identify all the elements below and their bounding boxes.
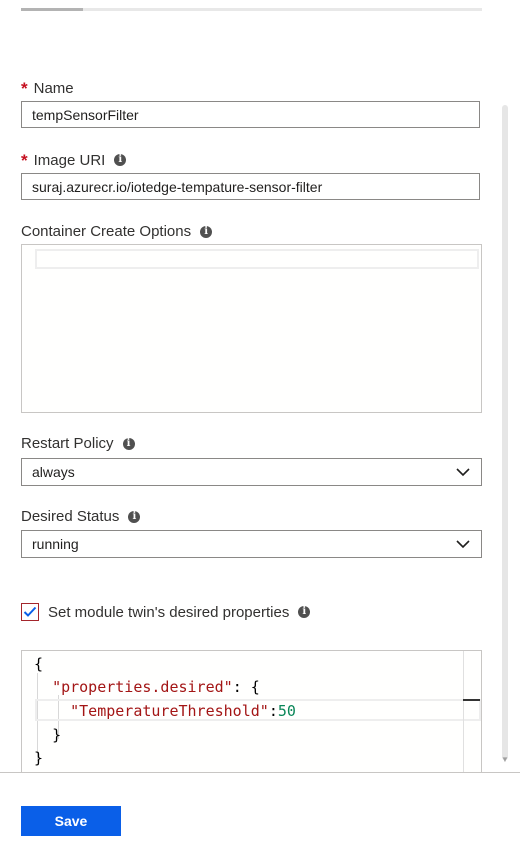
module-settings-panel: * Name tempSensorFilter * Image URI i su… [0,0,510,772]
editor-scrollbar[interactable] [463,651,464,772]
chevron-down-icon [456,468,470,477]
twin-json-editor[interactable]: { "properties.desired": { "TemperatureTh… [21,650,482,772]
desired-status-select[interactable]: running [21,530,482,558]
image-uri-label-text: Image URI [33,151,106,169]
restart-policy-label: Restart Policy i [21,435,135,452]
required-asterisk: * [21,79,28,98]
code-line: "properties.desired": { [52,678,260,696]
name-input[interactable]: tempSensorFilter [21,101,480,128]
scrollbar-thumb[interactable] [502,105,508,760]
image-uri-input[interactable]: suraj.azurecr.io/iotedge-tempature-senso… [21,173,480,200]
tab-active-indicator[interactable] [21,8,83,11]
chevron-down-icon [456,540,470,549]
image-uri-label: * Image URI i [21,150,127,170]
checkmark-icon [23,606,37,617]
json-key: "TemperatureThreshold" [70,702,269,720]
desired-status-value: running [32,536,79,552]
editor-current-line [35,249,479,269]
container-create-options-label: Container Create Options i [21,223,213,240]
code-line: } [34,749,44,767]
info-icon[interactable]: i [200,225,213,238]
footer: Save [0,772,520,853]
info-icon[interactable]: i [298,606,311,618]
container-create-options-editor[interactable] [21,244,482,413]
name-label-text: Name [33,79,74,97]
editor-overview-marker [463,699,480,701]
restart-policy-label-text: Restart Policy [21,435,114,452]
restart-policy-select[interactable]: always [21,458,482,486]
json-value: 50 [277,702,296,720]
container-create-options-label-text: Container Create Options [21,223,192,240]
info-icon[interactable]: i [122,437,135,450]
restart-policy-value: always [32,464,75,480]
json-key: "properties.desired" [52,678,233,696]
code-line: "TemperatureThreshold":50 [70,702,296,720]
info-icon[interactable]: i [114,154,127,166]
save-button[interactable]: Save [21,806,121,836]
twin-properties-row: Set module twin's desired properties i [21,603,311,621]
desired-status-label: Desired Status i [21,508,141,525]
required-asterisk: * [21,151,28,170]
twin-properties-label[interactable]: Set module twin's desired properties [48,604,289,621]
desired-status-label-text: Desired Status [21,508,120,525]
twin-properties-checkbox[interactable] [21,603,39,621]
panel-scrollbar[interactable]: ▼ [500,0,510,772]
info-icon[interactable]: i [128,510,141,523]
tab-strip [21,8,482,11]
code-line: } [52,726,62,744]
scroll-down-arrow-icon[interactable]: ▼ [501,756,509,764]
name-label: * Name [21,78,74,98]
code-line: { [34,655,44,673]
